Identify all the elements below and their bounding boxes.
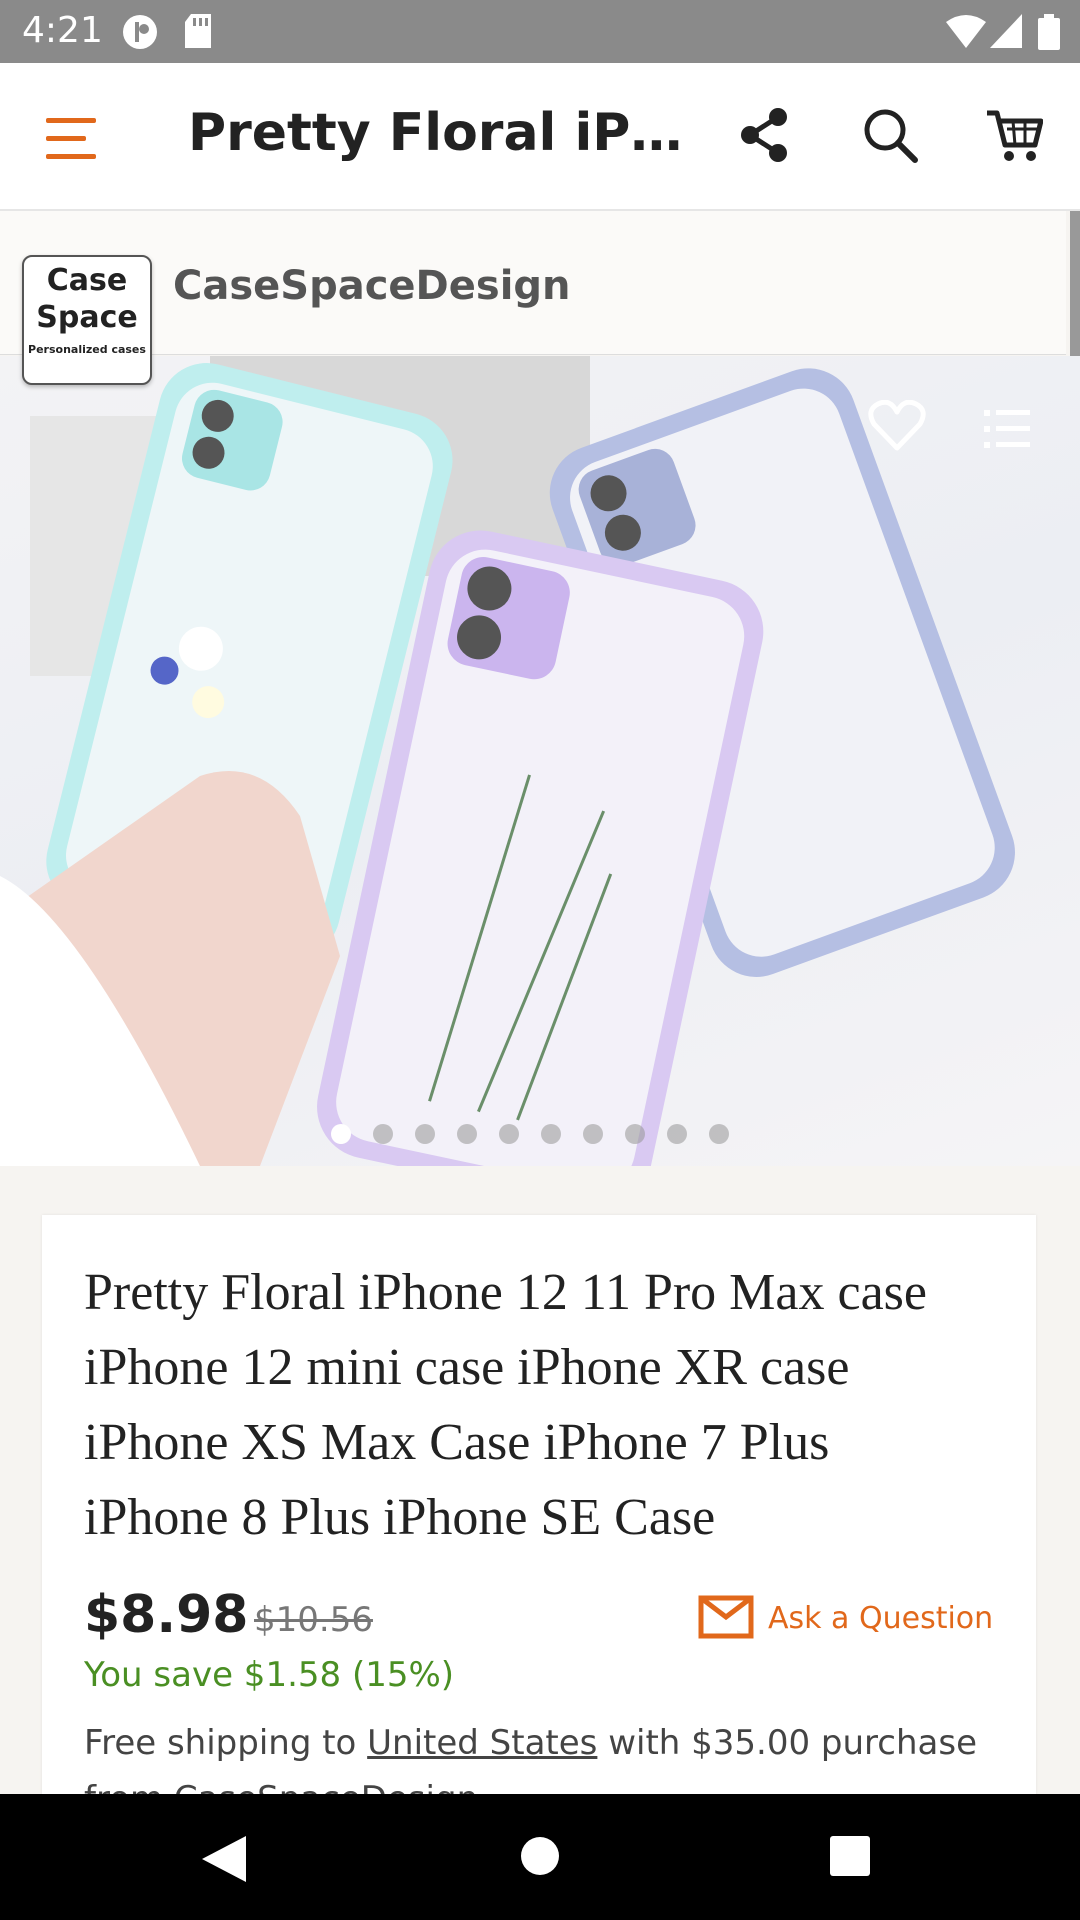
gallery-dot[interactable] <box>499 1124 519 1144</box>
original-price: $10.56 <box>254 1600 373 1640</box>
ask-question-button[interactable]: Ask a Question <box>698 1595 993 1641</box>
gallery-dot[interactable] <box>625 1124 645 1144</box>
shop-header[interactable]: CaseSpaceDesign <box>0 211 1066 355</box>
page-title: Pretty Floral iPho… <box>188 103 688 163</box>
battery-icon <box>1038 14 1060 50</box>
recents-icon[interactable] <box>830 1836 870 1876</box>
gallery-pagination[interactable] <box>331 1124 729 1144</box>
product-info-card: Pretty Floral iPhone 12 11 Pro Max case … <box>42 1215 1036 1819</box>
product-title: Pretty Floral iPhone 12 11 Pro Max case … <box>84 1264 927 1546</box>
status-time: 4:21 <box>22 10 103 51</box>
share-button[interactable] <box>728 99 800 171</box>
search-icon <box>864 109 918 163</box>
gallery-dot[interactable] <box>709 1124 729 1144</box>
share-icon <box>741 108 787 162</box>
sd-card-icon <box>185 14 211 48</box>
hamburger-menu-icon <box>46 118 96 159</box>
gallery-dot[interactable] <box>457 1124 477 1144</box>
shop-logo[interactable]: Case Space Personalized cases <box>22 255 152 385</box>
cart-icon <box>987 110 1043 161</box>
gallery-dot[interactable] <box>331 1124 351 1144</box>
shipping-prefix: Free shipping to <box>84 1723 368 1763</box>
shop-name[interactable]: CaseSpaceDesign <box>173 263 571 309</box>
favorite-heart-icon[interactable] <box>868 400 926 452</box>
status-bar: 4:21 <box>0 0 1080 63</box>
cart-button[interactable] <box>978 99 1050 171</box>
shop-logo-line1: Case <box>46 263 128 298</box>
current-price: $8.98 <box>84 1585 249 1645</box>
gallery-dot[interactable] <box>415 1124 435 1144</box>
gallery-dot[interactable] <box>373 1124 393 1144</box>
system-nav-bar <box>0 1794 1080 1920</box>
product-image[interactable] <box>0 356 1080 1166</box>
home-icon[interactable] <box>520 1836 560 1876</box>
ask-question-label: Ask a Question <box>768 1600 994 1636</box>
add-to-list-icon[interactable] <box>984 408 1030 450</box>
phone-cases-photo <box>0 356 1015 1166</box>
menu-button[interactable] <box>36 103 108 175</box>
notification-icon <box>123 15 157 49</box>
wifi-icon <box>946 15 986 48</box>
signal-icon <box>990 14 1022 48</box>
gallery-dot[interactable] <box>541 1124 561 1144</box>
gallery-dot[interactable] <box>667 1124 687 1144</box>
app-bar: Pretty Floral iPho… <box>0 63 1080 211</box>
back-icon[interactable] <box>202 1836 246 1882</box>
search-button[interactable] <box>854 99 926 171</box>
mail-icon <box>698 1595 754 1639</box>
shop-logo-line3: Personalized cases <box>28 343 146 356</box>
gallery-dot[interactable] <box>583 1124 603 1144</box>
savings-text: You save $1.58 (15%) <box>84 1655 455 1695</box>
shipping-country-link[interactable]: United States <box>367 1723 597 1763</box>
shop-logo-line2: Space <box>36 300 138 335</box>
